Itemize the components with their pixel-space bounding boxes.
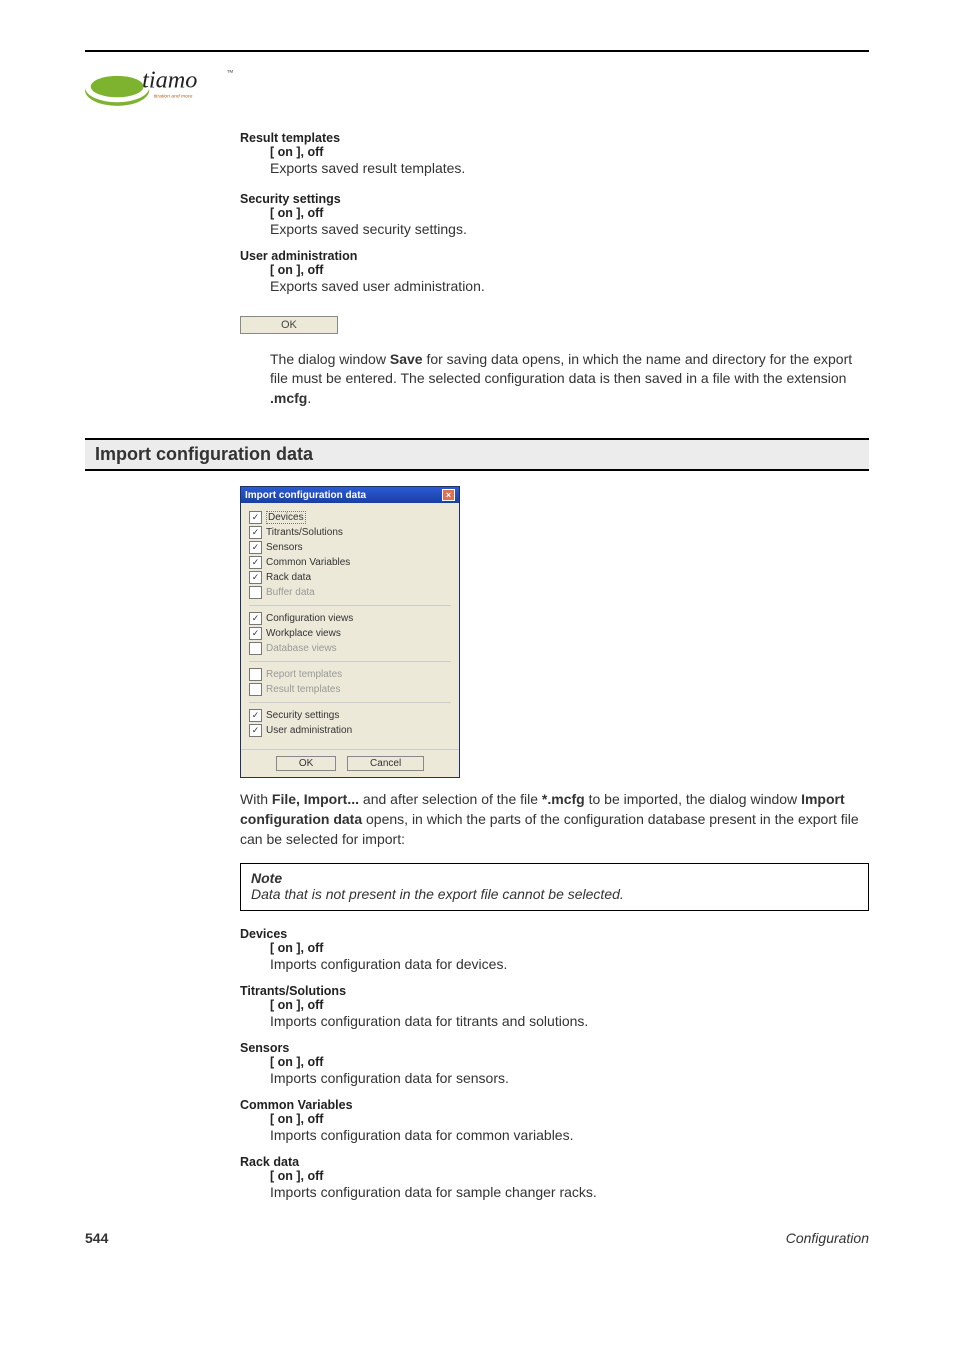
checkbox-label: Devices <box>266 511 306 524</box>
checkbox-icon: ✓ <box>249 526 262 539</box>
page-number: 544 <box>85 1230 108 1246</box>
item-option: [ on ], off <box>270 998 869 1012</box>
checkbox-row[interactable]: ✓ User administration <box>249 724 451 737</box>
item-desc: Exports saved security settings. <box>270 220 869 239</box>
item-heading: Titrants/Solutions <box>240 984 869 998</box>
checkbox-label: Rack data <box>266 572 311 583</box>
item-option: [ on ], off <box>270 145 869 159</box>
checkbox-row[interactable]: ✓ Rack data <box>249 571 451 584</box>
checkbox-label: Result templates <box>266 684 340 695</box>
checkbox-row[interactable]: ✓ Titrants/Solutions <box>249 526 451 539</box>
page-footer: 544 Configuration <box>85 1230 869 1246</box>
cancel-button[interactable]: Cancel <box>347 756 424 771</box>
checkbox-icon <box>249 668 262 681</box>
item-option: [ on ], off <box>270 206 869 220</box>
checkbox-row[interactable]: ✓ Workplace views <box>249 627 451 640</box>
svg-text:™: ™ <box>226 69 233 77</box>
checkbox-row[interactable]: ✓ Security settings <box>249 709 451 722</box>
list-item: Result templates [ on ], off Exports sav… <box>240 131 869 178</box>
checkbox-row[interactable]: ✓ Sensors <box>249 541 451 554</box>
dialog-title-text: Import configuration data <box>245 490 366 501</box>
dialog-buttons: OK Cancel <box>241 756 459 777</box>
list-item: Sensors [ on ], off Imports configuratio… <box>240 1041 869 1088</box>
checkbox-icon <box>249 586 262 599</box>
item-heading: Security settings <box>240 192 869 206</box>
checkbox-row[interactable]: ✓ Devices <box>249 511 451 524</box>
item-heading: Common Variables <box>240 1098 869 1112</box>
list-item: Rack data [ on ], off Imports configurat… <box>240 1155 869 1202</box>
separator <box>249 661 451 662</box>
item-option: [ on ], off <box>270 263 869 277</box>
item-desc: Exports saved result templates. <box>270 159 869 178</box>
checkbox-icon: ✓ <box>249 571 262 584</box>
save-dialog-paragraph: The dialog window Save for saving data o… <box>270 350 869 409</box>
checkbox-label: Report templates <box>266 669 342 680</box>
item-heading: User administration <box>240 249 869 263</box>
list-item: Devices [ on ], off Imports configuratio… <box>240 927 869 974</box>
checkbox-row: Buffer data <box>249 586 451 599</box>
checkbox-row[interactable]: ✓ Configuration views <box>249 612 451 625</box>
item-desc: Imports configuration data for devices. <box>270 955 869 974</box>
checkbox-icon: ✓ <box>249 556 262 569</box>
svg-text:titration and more: titration and more <box>154 93 193 99</box>
ok-button-graphic: OK <box>240 316 338 334</box>
checkbox-label: Common Variables <box>266 557 350 568</box>
note-box: Note Data that is not present in the exp… <box>240 863 869 911</box>
separator <box>249 702 451 703</box>
item-desc: Imports configuration data for titrants … <box>270 1012 869 1031</box>
checkbox-row: Database views <box>249 642 451 655</box>
list-item: Common Variables [ on ], off Imports con… <box>240 1098 869 1145</box>
checkbox-icon: ✓ <box>249 627 262 640</box>
list-item: User administration [ on ], off Exports … <box>240 249 869 296</box>
item-desc: Imports configuration data for common va… <box>270 1126 869 1145</box>
checkbox-label: Workplace views <box>266 628 341 639</box>
checkbox-row[interactable]: ✓ Common Variables <box>249 556 451 569</box>
checkbox-icon: ✓ <box>249 724 262 737</box>
section-heading: Import configuration data <box>85 438 869 471</box>
import-paragraph: With File, Import... and after selection… <box>240 790 869 849</box>
svg-text:tiamo: tiamo <box>142 66 197 93</box>
top-rule <box>85 50 869 52</box>
checkbox-icon: ✓ <box>249 511 262 524</box>
item-desc: Exports saved user administration. <box>270 277 869 296</box>
note-title: Note <box>251 870 858 886</box>
item-desc: Imports configuration data for sample ch… <box>270 1183 869 1202</box>
footer-section: Configuration <box>786 1230 869 1246</box>
checkbox-label: User administration <box>266 725 352 736</box>
dialog-titlebar: Import configuration data × <box>241 487 459 503</box>
checkbox-label: Configuration views <box>266 613 353 624</box>
item-option: [ on ], off <box>270 941 869 955</box>
item-option: [ on ], off <box>270 1169 869 1183</box>
checkbox-label: Database views <box>266 643 337 654</box>
list-item: Titrants/Solutions [ on ], off Imports c… <box>240 984 869 1031</box>
tiamo-logo: tiamo ™ titration and more <box>85 58 271 108</box>
checkbox-label: Sensors <box>266 542 303 553</box>
checkbox-label: Buffer data <box>266 587 315 598</box>
checkbox-icon <box>249 642 262 655</box>
checkbox-row: Result templates <box>249 683 451 696</box>
checkbox-icon: ✓ <box>249 612 262 625</box>
item-heading: Rack data <box>240 1155 869 1169</box>
checkbox-label: Security settings <box>266 710 339 721</box>
checkbox-row: Report templates <box>249 668 451 681</box>
item-heading: Devices <box>240 927 869 941</box>
item-option: [ on ], off <box>270 1055 869 1069</box>
ok-button[interactable]: OK <box>276 756 336 771</box>
note-body: Data that is not present in the export f… <box>251 886 858 902</box>
item-desc: Imports configuration data for sensors. <box>270 1069 869 1088</box>
export-options-block: Result templates [ on ], off Exports sav… <box>240 131 869 408</box>
checkbox-icon <box>249 683 262 696</box>
checkbox-icon: ✓ <box>249 541 262 554</box>
checkbox-icon: ✓ <box>249 709 262 722</box>
separator <box>241 749 459 750</box>
import-config-dialog: Import configuration data × ✓ Devices ✓ Ti… <box>240 486 460 778</box>
close-icon[interactable]: × <box>442 489 455 501</box>
checkbox-label: Titrants/Solutions <box>266 527 343 538</box>
item-option: [ on ], off <box>270 1112 869 1126</box>
item-heading: Result templates <box>240 131 869 145</box>
list-item: Security settings [ on ], off Exports sa… <box>240 192 869 239</box>
separator <box>249 605 451 606</box>
dialog-body: ✓ Devices ✓ Titrants/Solutions ✓ Sensors ✓ C… <box>241 503 459 743</box>
item-heading: Sensors <box>240 1041 869 1055</box>
